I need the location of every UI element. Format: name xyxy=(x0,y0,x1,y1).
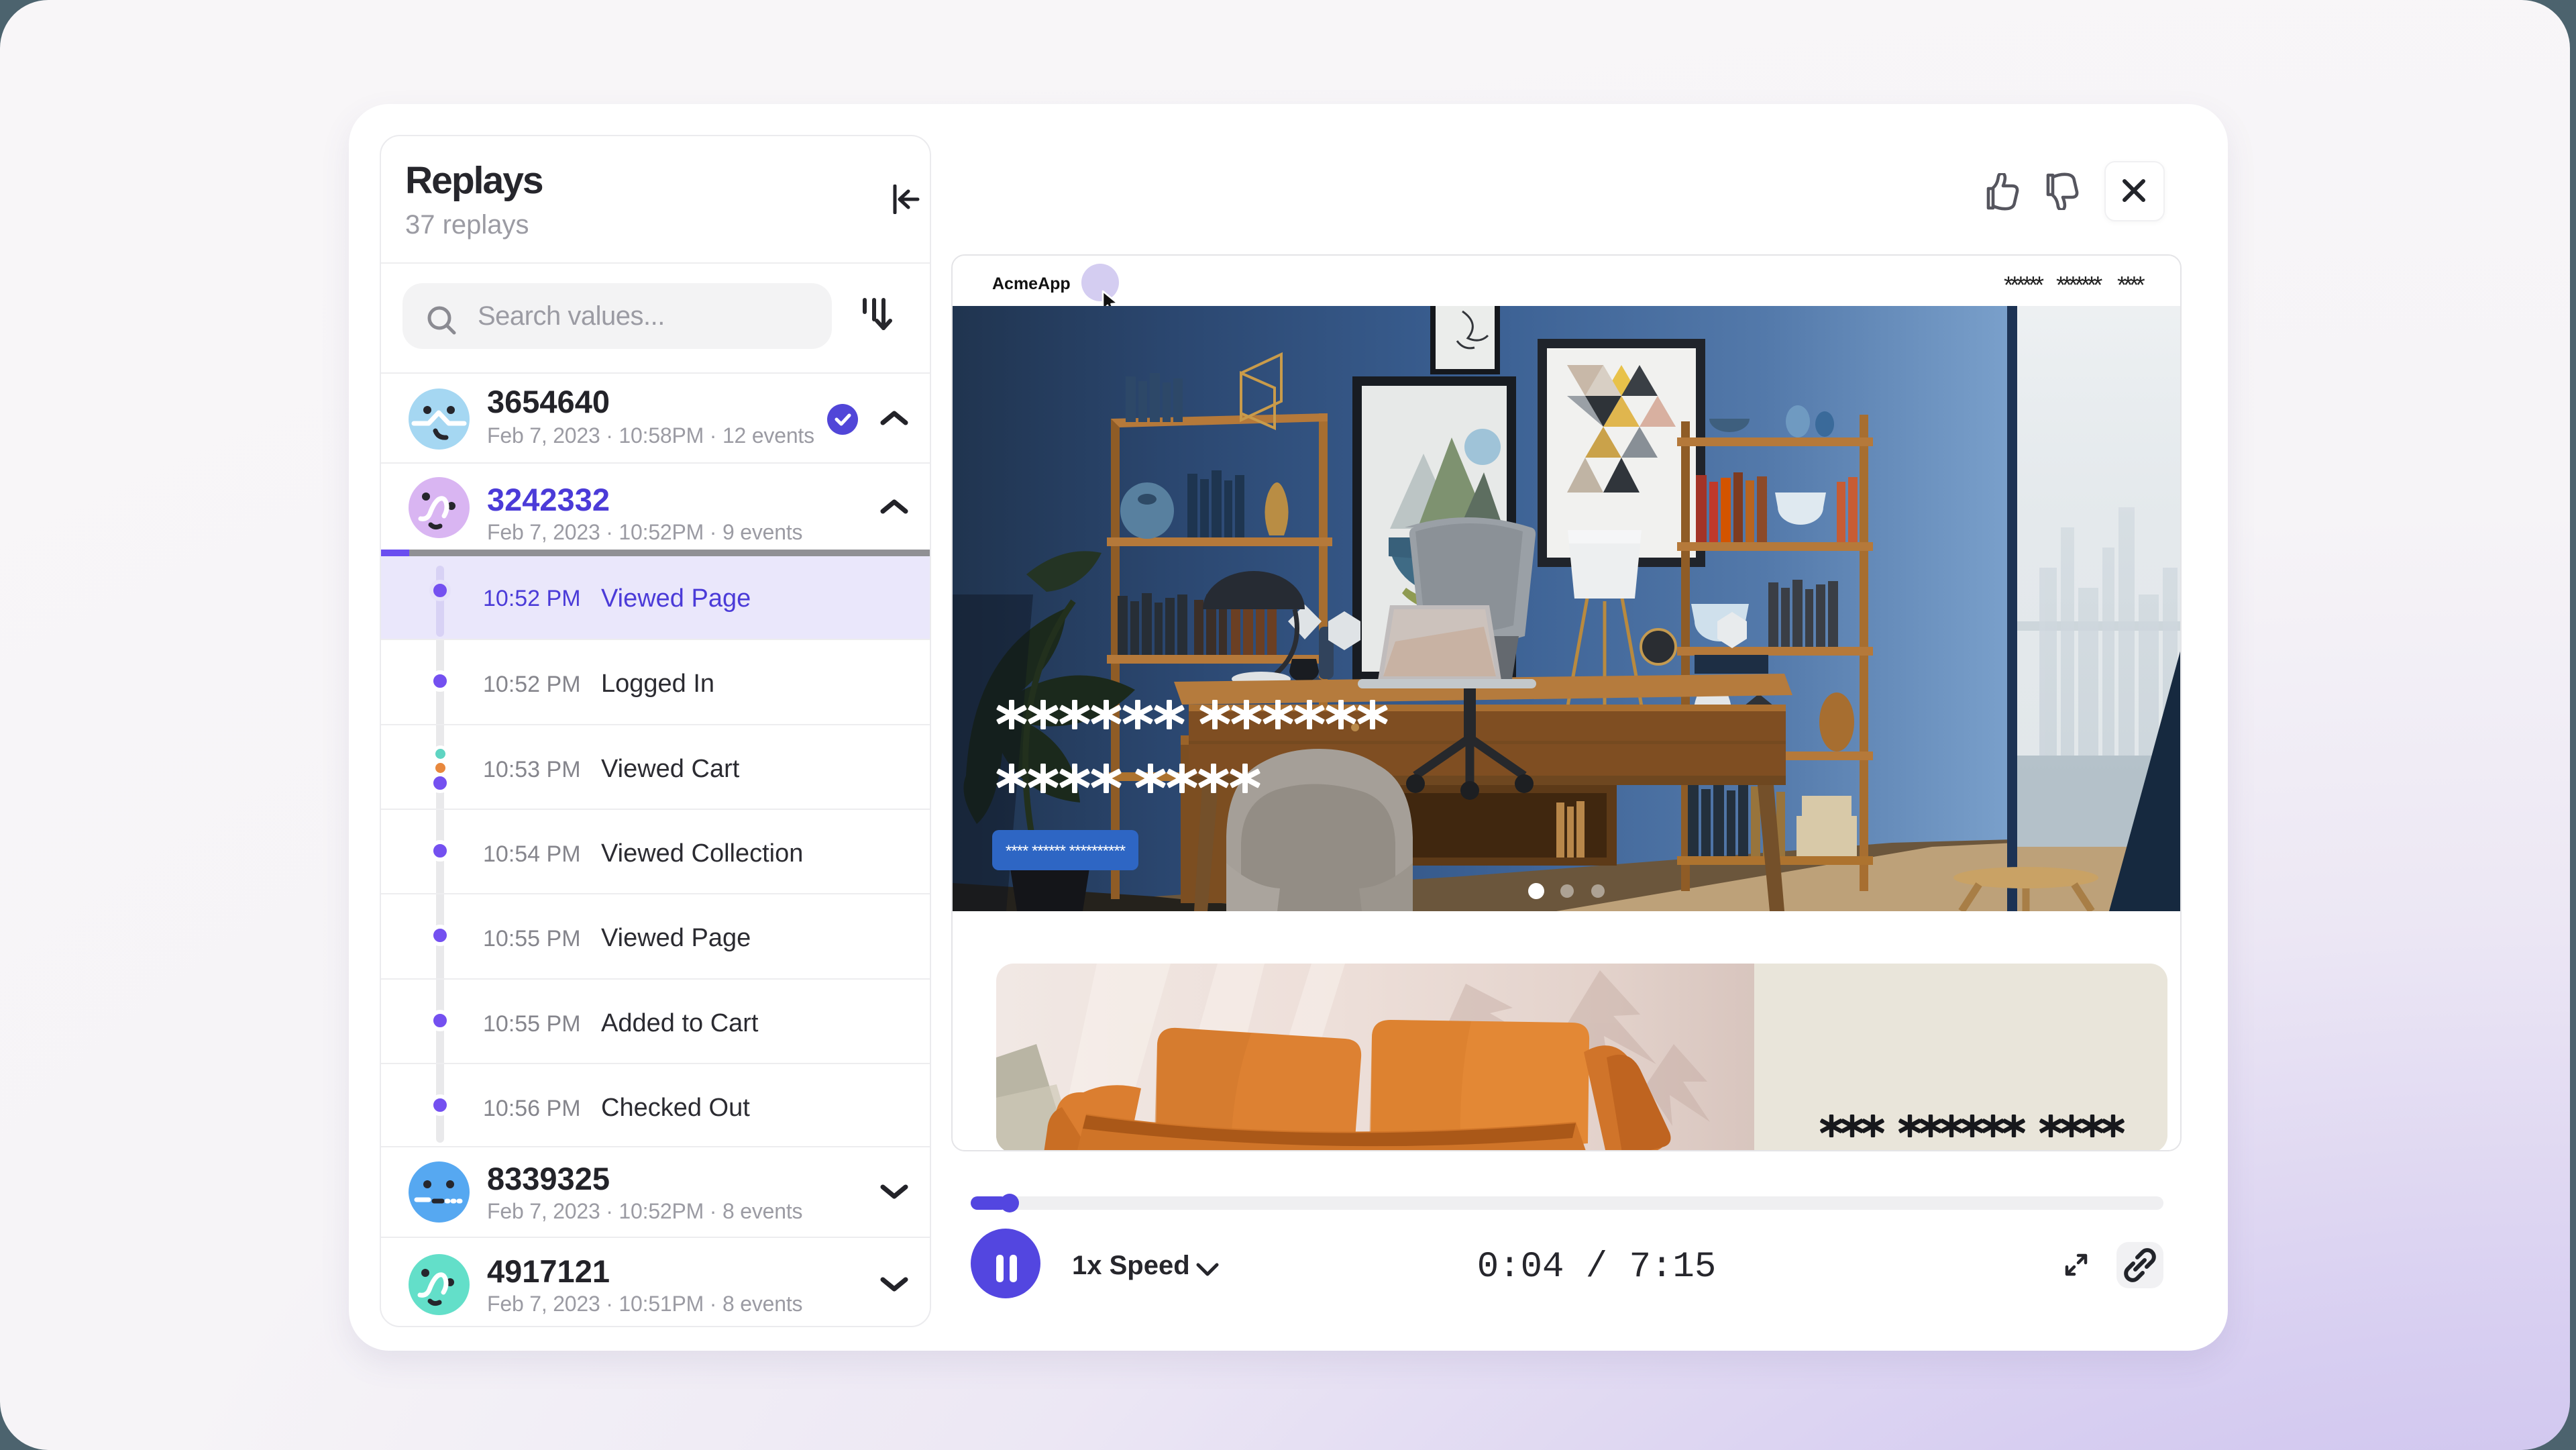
svg-text:**** ****** **********: **** ****** ********** xyxy=(1006,842,1126,860)
